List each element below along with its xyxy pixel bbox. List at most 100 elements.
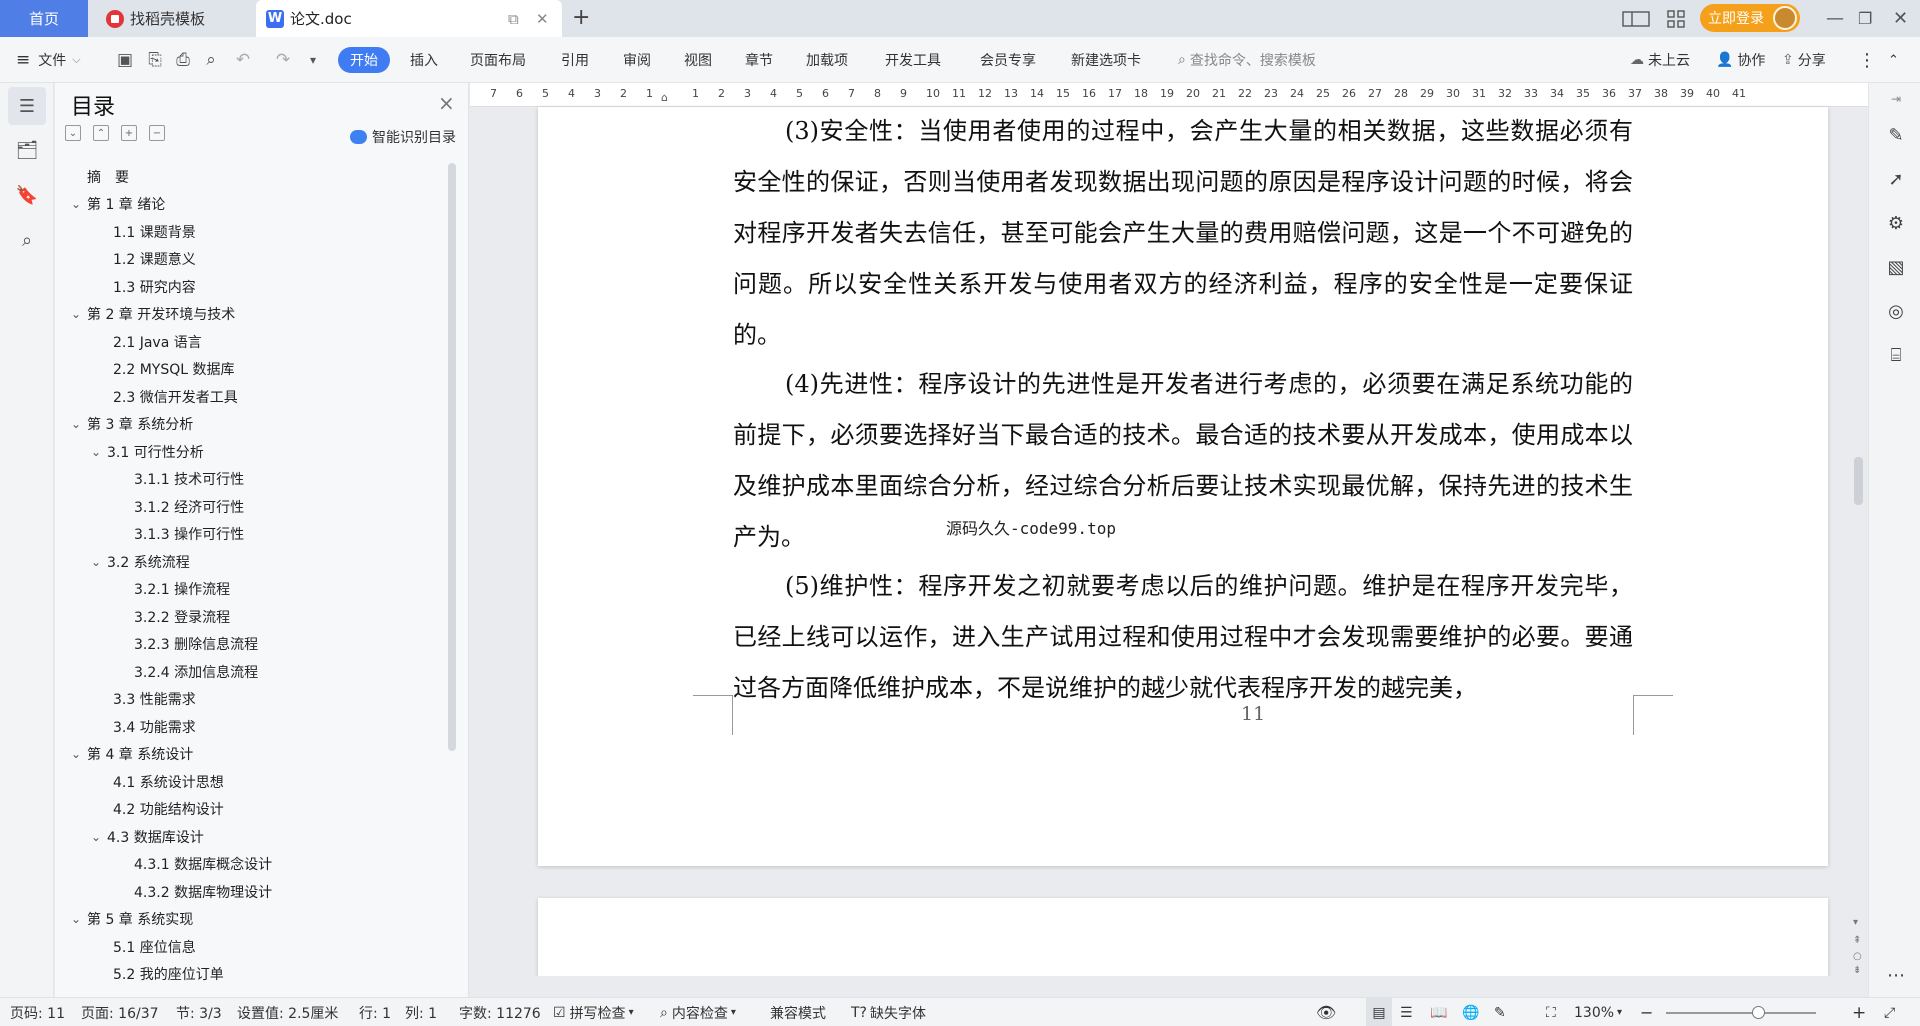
toc-item[interactable]: 2.2 MYSQL 数据库 (91, 356, 235, 383)
apps-grid-icon[interactable] (1667, 0, 1685, 37)
image-tool-icon[interactable]: ▧ (1884, 255, 1908, 279)
toc-item[interactable]: 4.1 系统设计思想 (91, 768, 224, 795)
next-page[interactable] (538, 898, 1828, 976)
bookmark-icon[interactable]: 🔖 (14, 182, 40, 208)
toc-item[interactable]: 4.3.2 数据库物理设计 (112, 878, 272, 905)
print-icon[interactable]: ⎙ (172, 49, 194, 71)
new-tab-button[interactable]: + (572, 5, 590, 30)
collaborate-button[interactable]: 👤 协作 (1716, 37, 1765, 83)
tab-home[interactable]: 首页 (0, 0, 88, 37)
content-check-button[interactable]: ⌕ 内容检查 ▾ (660, 998, 736, 1026)
close-window-icon[interactable]: ✕ (1893, 0, 1908, 37)
toc-item[interactable]: 2.3 微信开发者工具 (91, 383, 238, 410)
close-tab-icon[interactable]: ✕ (536, 10, 549, 28)
toc-item[interactable]: ⌄ 第 4 章 系统设计 (71, 741, 193, 768)
navigation-icon[interactable]: 🗂 (14, 137, 40, 163)
tab-review[interactable]: 审阅 (623, 37, 651, 83)
status-page[interactable]: 页面: 16/37 (81, 998, 159, 1026)
toc-item[interactable]: ⌄ 第 2 章 开发环境与技术 (71, 301, 235, 328)
tab-references[interactable]: 引用 (561, 37, 589, 83)
chevron-down-icon[interactable]: ⌄ (91, 830, 105, 844)
chevron-down-icon[interactable]: ⌄ (71, 197, 85, 211)
toc-item[interactable]: ⌄ 第 5 章 系统实现 (71, 906, 193, 933)
toc-item[interactable]: 3.1.1 技术可行性 (112, 466, 244, 493)
reading-view-icon[interactable]: 📖 (1430, 998, 1447, 1026)
customize-toolbar-icon[interactable]: ▾ (302, 49, 324, 71)
toc-scrollbar[interactable] (448, 163, 456, 751)
toc-item[interactable]: 3.2.1 操作流程 (112, 576, 230, 603)
compat-mode[interactable]: 兼容模式 (770, 998, 826, 1026)
tab-start[interactable]: 开始 (338, 47, 390, 73)
toc-item[interactable]: 3.3 性能需求 (91, 686, 196, 713)
status-setting[interactable]: 设置值: 2.5厘米 (237, 998, 338, 1026)
web-view-icon[interactable]: 🌐 (1462, 998, 1479, 1026)
missing-font-button[interactable]: T? 缺失字体 (851, 998, 926, 1026)
collapse-ribbon-icon[interactable]: ⌃ (1888, 37, 1899, 83)
tab-template[interactable]: 找稻壳模板 (92, 0, 252, 37)
toc-item[interactable]: 1.3 研究内容 (91, 273, 196, 300)
tab-addins[interactable]: 加载项 (806, 37, 848, 83)
toc-item[interactable]: 5.1 座位信息 (91, 933, 196, 960)
document-page[interactable]: (3)安全性：当使用者使用的过程中，会产生大量的相关数据，这些数据必须有安全性的… (538, 107, 1828, 866)
toc-item[interactable]: 摘 要 (71, 163, 129, 190)
collapse-all-icon[interactable]: ⌃ (93, 125, 109, 141)
toc-item[interactable]: 1.2 课题意义 (91, 246, 196, 273)
print-preview-icon[interactable]: ⌕ (200, 49, 222, 71)
smart-toc-button[interactable]: 智能识别目录 (350, 127, 456, 147)
toc-item[interactable]: 5.2 我的座位订单 (91, 961, 224, 988)
page-view-icon[interactable]: ▤ (1366, 998, 1392, 1026)
tab-member[interactable]: 会员专享 (980, 37, 1036, 83)
toc-item[interactable]: ⌄ 3.2 系统流程 (91, 548, 190, 575)
scrollbar-thumb[interactable] (1854, 457, 1863, 505)
tab-document[interactable]: W 论文.doc ⧉ ✕ (256, 0, 562, 37)
more-icon[interactable]: ⋯ (1884, 963, 1908, 987)
expand-all-icon[interactable]: ⌄ (65, 125, 81, 141)
undo-icon[interactable]: ↶ (232, 49, 254, 71)
select-pointer-icon[interactable]: ➚ (1884, 167, 1908, 191)
toc-item[interactable]: ⌄ 3.1 可行性分析 (91, 438, 204, 465)
toc-item[interactable]: 2.1 Java 语言 (91, 328, 202, 355)
remove-heading-icon[interactable]: − (149, 125, 165, 141)
toc-item[interactable]: ⌄ 第 3 章 系统分析 (71, 411, 193, 438)
zoom-slider[interactable] (1666, 1012, 1816, 1014)
edit-pen-icon[interactable]: ✎ (1884, 123, 1908, 147)
toc-item[interactable]: 3.2.2 登录流程 (112, 603, 230, 630)
redo-icon[interactable]: ↷ (272, 49, 294, 71)
toc-item[interactable]: 3.2.4 添加信息流程 (112, 658, 258, 685)
login-button[interactable]: 立即登录 (1700, 4, 1800, 32)
file-menu[interactable]: ≡ 文件 ⌵ (16, 37, 81, 83)
vertical-scrollbar[interactable]: ▾ ⇞ ○ ⇟ (1851, 107, 1865, 976)
restore-icon[interactable]: ❐ (1858, 0, 1872, 37)
indent-marker-icon[interactable]: ⌂ (661, 91, 668, 104)
next-page-icon[interactable]: ⇟ (1853, 965, 1861, 976)
ai-assistant-icon[interactable]: ◎ (1884, 299, 1908, 323)
add-heading-icon[interactable]: + (121, 125, 137, 141)
toc-item[interactable]: 3.1.3 操作可行性 (112, 521, 244, 548)
command-search[interactable]: ⌕ 查找命令、搜索模板 (1178, 37, 1316, 83)
zoom-value[interactable]: 130% ▾ (1574, 998, 1622, 1026)
chevron-down-icon[interactable]: ⌄ (91, 445, 105, 459)
adjust-icon[interactable]: ⚙ (1884, 211, 1908, 235)
chevron-down-icon[interactable]: ⌄ (71, 912, 85, 926)
zoom-slider-handle[interactable] (1752, 1006, 1765, 1019)
horizontal-ruler[interactable]: 7 6 5 4 3 2 1 1 2 3 4 5 6 7 8 9 10 11 12 13 14 15 16 17 18 19 20 21… (470, 83, 1868, 107)
scroll-down-icon[interactable]: ▾ (1853, 917, 1858, 928)
browse-object-icon[interactable]: ○ (1853, 951, 1862, 962)
pin-window-icon[interactable]: ⧉ (508, 10, 519, 28)
sidebar-toggle-icon[interactable]: ⇥ (1884, 87, 1908, 111)
toc-panel-icon[interactable]: ☰ (8, 87, 46, 125)
chevron-down-icon[interactable]: ⌄ (91, 555, 105, 569)
toc-item[interactable]: 3.4 功能需求 (91, 713, 196, 740)
toc-item[interactable]: 3.1.2 经济可行性 (112, 493, 244, 520)
close-icon[interactable]: × (438, 91, 455, 115)
share-button[interactable]: ⇪ 分享 (1782, 37, 1826, 83)
status-word-count[interactable]: 字数: 11276 (459, 998, 541, 1026)
save-icon[interactable]: ▣ (114, 49, 136, 71)
toc-item[interactable]: 3.2.3 删除信息流程 (112, 631, 258, 658)
fullscreen-icon[interactable]: ⤢ (1884, 998, 1895, 1026)
tab-view[interactable]: 视图 (684, 37, 712, 83)
find-icon[interactable]: ⌕ (14, 227, 40, 253)
reading-icon[interactable]: ⌸ (1884, 343, 1908, 367)
fit-page-icon[interactable]: ⛶ (1546, 998, 1556, 1026)
cloud-status[interactable]: ☁ 未上云 (1630, 37, 1690, 83)
